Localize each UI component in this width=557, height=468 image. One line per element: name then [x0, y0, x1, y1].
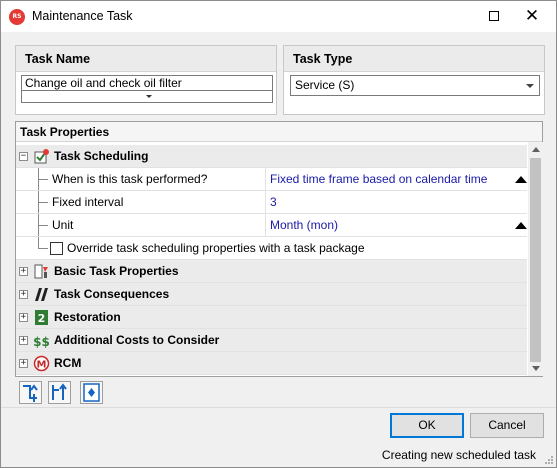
- override-checkbox[interactable]: [50, 242, 63, 255]
- collapse-icon[interactable]: −: [19, 152, 28, 161]
- category-basic-task-properties[interactable]: + Basic Task Properties: [16, 260, 527, 283]
- override-label: Override task scheduling properties with…: [67, 241, 365, 255]
- svg-text:$$: $$: [33, 335, 50, 349]
- expand-icon[interactable]: +: [19, 290, 28, 299]
- category-label: Task Consequences: [54, 287, 170, 301]
- close-button[interactable]: ✕: [522, 6, 542, 26]
- expand-all-button[interactable]: [48, 381, 71, 404]
- cancel-button[interactable]: Cancel: [470, 413, 544, 438]
- task-name-group: Task Name Change oil and check oil filte…: [15, 45, 277, 115]
- tree-branch: [38, 202, 48, 203]
- dropdown-arrow-icon[interactable]: [515, 222, 527, 229]
- property-row-when[interactable]: When is this task performed? Fixed time …: [16, 168, 527, 191]
- property-value[interactable]: Fixed time frame based on calendar time: [270, 168, 487, 191]
- property-name: Unit: [52, 218, 74, 232]
- vertical-scrollbar[interactable]: [528, 142, 543, 376]
- expand-icon[interactable]: +: [19, 313, 28, 322]
- maintenance-task-window: RS Maintenance Task ✕ Task Name Change o…: [0, 0, 557, 468]
- title-bar: RS Maintenance Task ✕: [1, 1, 556, 32]
- category-label: Basic Task Properties: [54, 264, 179, 278]
- tree-branch: [38, 248, 48, 249]
- divider: [1, 407, 556, 408]
- app-logo-icon: RS: [9, 9, 25, 25]
- task-properties-grid: Task Properties − Task Scheduling When i…: [15, 121, 543, 377]
- restoration-icon: 2: [35, 310, 48, 325]
- category-task-scheduling[interactable]: − Task Scheduling: [16, 145, 527, 168]
- task-type-group: Task Type Service (S): [283, 45, 545, 115]
- tree-branch: [38, 179, 48, 180]
- rcm-icon: M: [33, 355, 50, 372]
- task-name-header: Task Name: [16, 46, 276, 72]
- property-value[interactable]: Month (mon): [270, 214, 338, 237]
- basic-properties-icon: [34, 264, 48, 279]
- collapse-all-icon: [23, 384, 38, 402]
- property-row-override[interactable]: Override task scheduling properties with…: [16, 237, 527, 260]
- category-rcm[interactable]: + M RCM: [16, 352, 527, 375]
- task-properties-header: Task Properties: [16, 122, 542, 142]
- scroll-up-icon[interactable]: [532, 147, 540, 152]
- chevron-down-icon: [146, 95, 152, 98]
- toggle-description-button[interactable]: [80, 381, 103, 404]
- category-label: RCM: [54, 356, 82, 370]
- expand-icon[interactable]: +: [19, 267, 28, 276]
- expand-icon[interactable]: +: [19, 359, 28, 368]
- collapse-all-button[interactable]: [19, 381, 42, 404]
- column-divider: [265, 214, 266, 237]
- property-row-unit[interactable]: Unit Month (mon): [16, 214, 527, 237]
- category-restoration[interactable]: + 2 Restoration: [16, 306, 527, 329]
- dropdown-arrow-icon[interactable]: [515, 176, 527, 183]
- property-name: When is this task performed?: [52, 172, 208, 186]
- property-value[interactable]: 3: [270, 191, 277, 214]
- category-task-consequences[interactable]: + Task Consequences: [16, 283, 527, 306]
- chevron-down-icon: [526, 84, 534, 88]
- ok-button[interactable]: OK: [390, 413, 464, 438]
- status-text: Creating new scheduled task: [381, 448, 536, 462]
- maximize-button[interactable]: [489, 11, 499, 21]
- task-type-value: Service (S): [295, 78, 355, 92]
- task-name-dropdown-button[interactable]: [21, 91, 273, 103]
- task-type-header: Task Type: [284, 46, 544, 72]
- property-name: Fixed interval: [52, 195, 124, 209]
- consequences-icon: [35, 288, 48, 301]
- svg-text:M: M: [37, 360, 47, 371]
- column-divider: [265, 191, 266, 214]
- expand-all-icon: [52, 383, 67, 400]
- property-row-fixed-interval[interactable]: Fixed interval 3: [16, 191, 527, 214]
- scroll-thumb[interactable]: [530, 158, 541, 362]
- task-type-select[interactable]: Service (S): [290, 75, 540, 96]
- category-label: Restoration: [54, 310, 121, 324]
- costs-icon: $$: [33, 335, 50, 349]
- task-scheduling-icon: [34, 149, 49, 164]
- column-divider: [265, 168, 266, 191]
- category-additional-costs[interactable]: + $$ Additional Costs to Consider: [16, 329, 527, 352]
- category-label: Additional Costs to Consider: [54, 333, 220, 347]
- expand-icon[interactable]: +: [19, 336, 28, 345]
- toggle-description-icon: [83, 383, 100, 402]
- category-label: Task Scheduling: [54, 149, 149, 163]
- tree-branch: [38, 225, 48, 226]
- resize-grip-icon[interactable]: [544, 455, 554, 465]
- scroll-down-icon[interactable]: [532, 366, 540, 371]
- task-name-input[interactable]: Change oil and check oil filter: [21, 75, 273, 91]
- svg-text:2: 2: [38, 312, 46, 325]
- window-title: Maintenance Task: [32, 9, 133, 23]
